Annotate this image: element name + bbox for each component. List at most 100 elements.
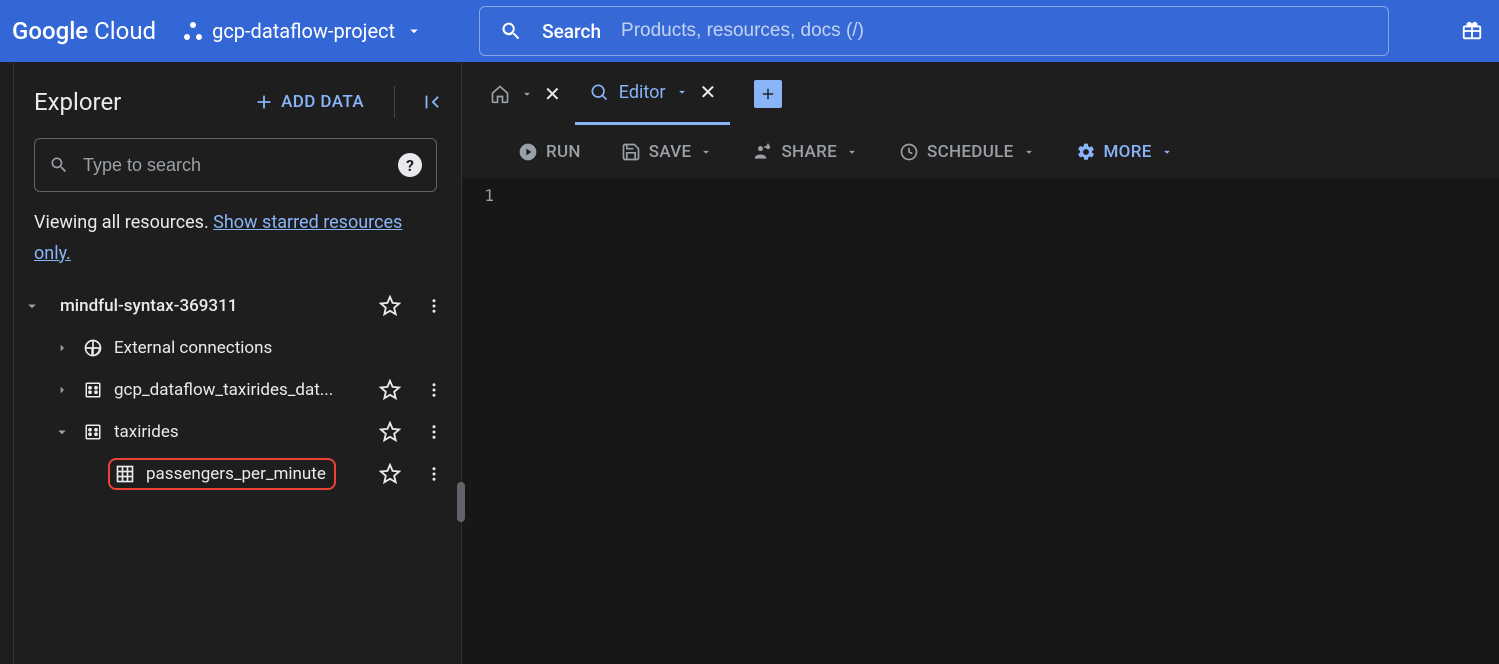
- chevron-down-icon: [1022, 145, 1036, 159]
- star-outline-icon: [379, 463, 401, 485]
- star-outline-icon: [379, 421, 401, 443]
- add-data-button[interactable]: ADD DATA: [253, 91, 364, 113]
- collapse-icon: [421, 91, 443, 113]
- chevron-down-icon: [675, 85, 689, 99]
- top-right-actions: [1461, 20, 1483, 42]
- run-button[interactable]: RUN: [518, 142, 581, 162]
- clock-icon: [899, 142, 919, 162]
- google-cloud-logo: Google Cloud: [12, 17, 156, 45]
- top-bar: Google Cloud gcp-dataflow-project Search: [0, 0, 1499, 62]
- logo-cloud: Cloud: [94, 17, 156, 45]
- star-button[interactable]: [373, 295, 407, 317]
- explorer-search[interactable]: ?: [34, 138, 437, 192]
- home-tab[interactable]: ✕: [480, 62, 571, 125]
- star-outline-icon: [379, 295, 401, 317]
- code-editor[interactable]: 1: [462, 178, 1499, 664]
- line-number: 1: [462, 186, 494, 205]
- tree-external-row[interactable]: External connections: [22, 327, 451, 369]
- home-icon: [490, 84, 510, 104]
- kebab-icon: [425, 423, 443, 441]
- collapse-panel-button[interactable]: [421, 91, 443, 113]
- plus-icon: [759, 85, 777, 103]
- new-tab-button[interactable]: [754, 80, 782, 108]
- search-input[interactable]: [621, 20, 1368, 42]
- table-icon: [114, 464, 136, 484]
- share-button[interactable]: SHARE: [753, 142, 859, 162]
- star-button[interactable]: [373, 379, 407, 401]
- more-actions-button[interactable]: [417, 297, 451, 315]
- star-button[interactable]: [373, 463, 407, 485]
- tree-dataset-row[interactable]: gcp_dataflow_taxirides_dat...: [22, 369, 451, 411]
- more-button[interactable]: MORE: [1076, 142, 1174, 162]
- explorer-header: Explorer ADD DATA: [0, 62, 461, 138]
- schedule-button[interactable]: SCHEDULE: [899, 142, 1035, 162]
- highlighted-table: passengers_per_minute: [108, 458, 336, 490]
- project-dots-icon: [184, 22, 202, 40]
- project-selector[interactable]: gcp-dataflow-project: [184, 19, 423, 43]
- close-tab-button[interactable]: ✕: [544, 82, 561, 106]
- chevron-right-icon: [54, 340, 70, 356]
- chevron-down-icon: [23, 297, 41, 315]
- chevron-down-icon: [845, 145, 859, 159]
- expand-toggle[interactable]: [52, 340, 72, 356]
- divider: [394, 86, 395, 118]
- dataset-label: gcp_dataflow_taxirides_dat...: [114, 380, 363, 400]
- run-label: RUN: [546, 142, 581, 162]
- explorer-search-input[interactable]: [83, 155, 384, 176]
- more-actions-button[interactable]: [417, 381, 451, 399]
- expand-toggle[interactable]: [52, 382, 72, 398]
- line-gutter: 1: [462, 178, 506, 664]
- add-data-label: ADD DATA: [281, 92, 364, 112]
- editor-toolbar: RUN SAVE SHARE SCHEDULE MORE: [462, 126, 1499, 178]
- expand-toggle[interactable]: [22, 297, 42, 315]
- share-label: SHARE: [781, 142, 837, 162]
- search-icon: [49, 155, 69, 175]
- resource-tree: mindful-syntax-369311 External connectio…: [0, 283, 461, 495]
- chevron-right-icon: [54, 382, 70, 398]
- star-button[interactable]: [373, 421, 407, 443]
- save-label: SAVE: [649, 142, 692, 162]
- external-label: External connections: [114, 338, 451, 358]
- search-icon: [500, 20, 522, 42]
- chevron-down-icon: [520, 87, 534, 101]
- viewing-status: Viewing all resources. Show starred reso…: [0, 208, 461, 283]
- editor-tab-label: Editor: [619, 82, 666, 103]
- external-icon: [82, 338, 104, 358]
- expand-toggle[interactable]: [52, 423, 72, 441]
- more-actions-button[interactable]: [417, 423, 451, 441]
- tree-project-row[interactable]: mindful-syntax-369311: [22, 285, 451, 327]
- dataset-icon: [82, 381, 104, 399]
- chevron-down-icon: [699, 145, 713, 159]
- help-icon[interactable]: ?: [398, 153, 422, 177]
- kebab-icon: [425, 297, 443, 315]
- star-outline-icon: [379, 379, 401, 401]
- more-actions-button[interactable]: [417, 465, 451, 483]
- chevron-down-icon: [53, 423, 71, 441]
- gear-icon: [1076, 142, 1096, 162]
- editor-tab[interactable]: Editor ✕: [575, 62, 730, 125]
- tab-strip: ✕ Editor ✕: [462, 62, 1499, 126]
- logo-google: Google: [12, 17, 88, 45]
- explorer-panel: Explorer ADD DATA ? Viewing all resource…: [0, 62, 462, 664]
- close-tab-button[interactable]: ✕: [699, 80, 716, 104]
- more-label: MORE: [1104, 142, 1152, 162]
- save-icon: [621, 142, 641, 162]
- tree-table-row[interactable]: passengers_per_minute: [22, 453, 451, 495]
- sidebar-gutter: [0, 62, 14, 664]
- project-name: gcp-dataflow-project: [212, 19, 395, 43]
- share-icon: [753, 142, 773, 162]
- save-button[interactable]: SAVE: [621, 142, 714, 162]
- gift-icon[interactable]: [1461, 20, 1483, 42]
- plus-icon: [253, 91, 275, 113]
- kebab-icon: [425, 465, 443, 483]
- main-area: Explorer ADD DATA ? Viewing all resource…: [0, 62, 1499, 664]
- resize-handle[interactable]: [457, 482, 465, 522]
- project-label: mindful-syntax-369311: [52, 296, 363, 316]
- table-label: passengers_per_minute: [146, 464, 326, 484]
- schedule-label: SCHEDULE: [927, 142, 1013, 162]
- explorer-title: Explorer: [34, 88, 121, 116]
- chevron-down-icon: [405, 22, 423, 40]
- tree-dataset-row[interactable]: taxirides: [22, 411, 451, 453]
- chevron-down-icon: [1160, 145, 1174, 159]
- global-search[interactable]: Search: [479, 6, 1389, 56]
